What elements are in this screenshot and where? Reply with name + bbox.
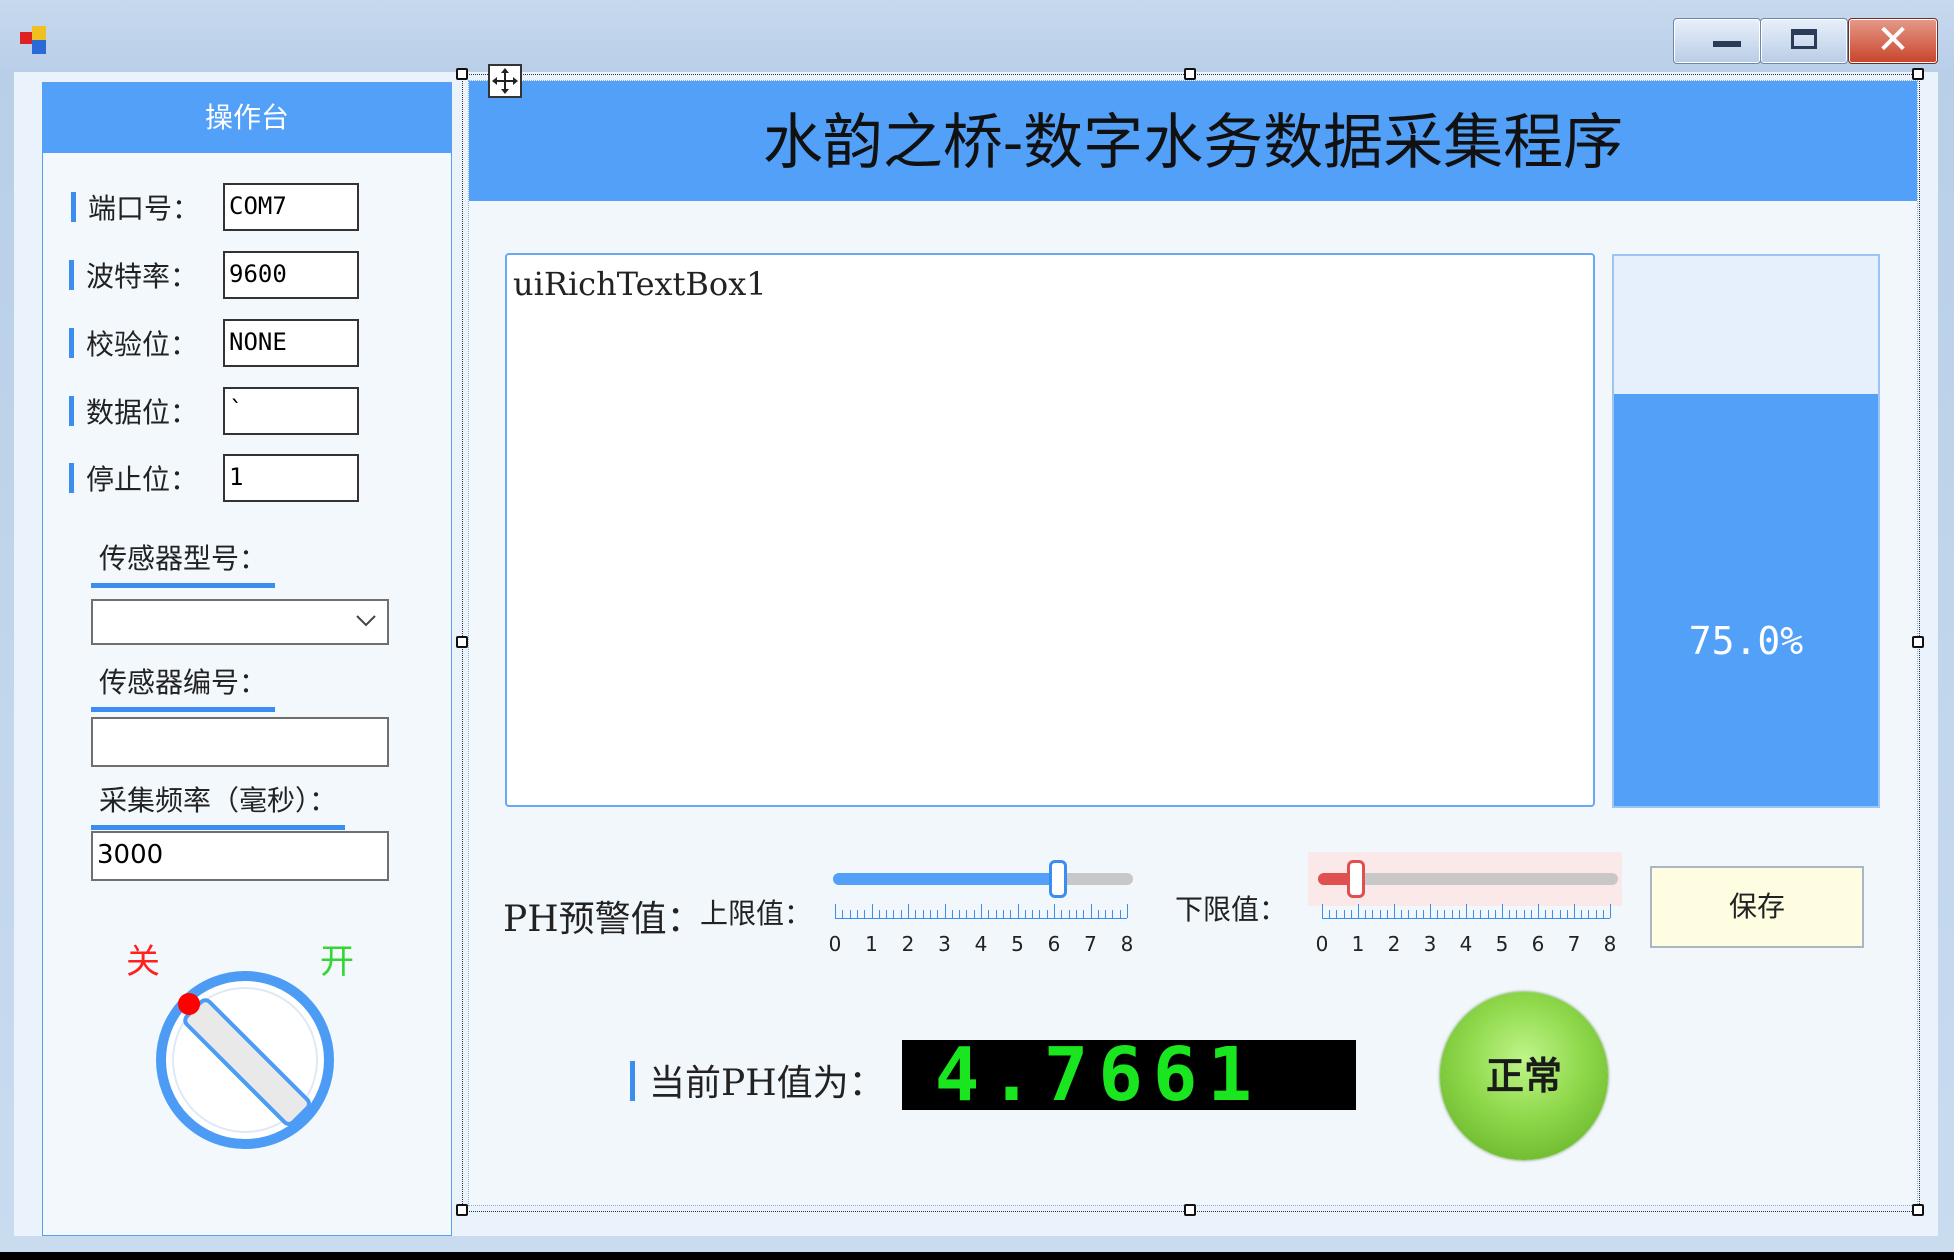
- baud-label: 波特率：: [69, 255, 198, 295]
- operations-panel-header: 操作台: [43, 83, 451, 153]
- databits-input[interactable]: `: [223, 387, 359, 435]
- chevron-down-icon: [355, 609, 377, 634]
- stopbits-label: 停止位：: [69, 458, 198, 498]
- move-handle-icon[interactable]: [488, 64, 522, 98]
- sensor-id-input[interactable]: [91, 717, 389, 767]
- resize-handle[interactable]: [1184, 1204, 1196, 1216]
- parity-label: 校验位：: [69, 323, 198, 363]
- databits-label-text: 数据位：: [86, 396, 199, 429]
- parity-label-text: 校验位：: [86, 328, 199, 361]
- frequency-input[interactable]: 3000: [91, 831, 389, 881]
- maximize-button[interactable]: [1760, 18, 1848, 64]
- port-label-text: 端口号：: [88, 192, 201, 225]
- label-accent-bar: [71, 192, 76, 222]
- resize-handle[interactable]: [1912, 636, 1924, 648]
- stopbits-label-text: 停止位：: [86, 463, 199, 496]
- app-window: ✕ 操作台 端口号： COM7 波特率： 9600 校验位： NONE 数据位：…: [0, 0, 1954, 1252]
- stopbits-input[interactable]: 1: [223, 454, 359, 502]
- close-icon: ✕: [1876, 17, 1910, 63]
- sensor-id-label: 传感器编号：: [91, 661, 276, 712]
- sensor-model-label: 传感器型号：: [91, 537, 276, 588]
- baud-label-text: 波特率：: [86, 260, 199, 293]
- resize-handle[interactable]: [456, 1204, 468, 1216]
- label-accent-bar: [69, 463, 74, 493]
- title-bar[interactable]: ✕: [0, 0, 1954, 76]
- frequency-label: 采集频率（毫秒）：: [91, 779, 346, 830]
- resize-handle[interactable]: [456, 636, 468, 648]
- power-switch-knob[interactable]: [140, 960, 350, 1150]
- label-accent-bar: [69, 260, 74, 290]
- close-button[interactable]: ✕: [1848, 18, 1938, 64]
- sensor-model-select[interactable]: [91, 599, 389, 645]
- label-accent-bar: [69, 396, 74, 426]
- label-accent-bar: [69, 328, 74, 358]
- resize-handle[interactable]: [456, 68, 468, 80]
- minimize-button[interactable]: [1673, 18, 1761, 64]
- maximize-icon: [1791, 29, 1817, 49]
- minimize-icon: [1713, 41, 1741, 47]
- baud-input[interactable]: 9600: [223, 251, 359, 299]
- selection-frame: [462, 74, 1920, 1212]
- parity-input[interactable]: NONE: [223, 319, 359, 367]
- resize-handle[interactable]: [1184, 68, 1196, 80]
- port-input[interactable]: COM7: [223, 183, 359, 231]
- databits-label: 数据位：: [69, 391, 198, 431]
- resize-handle[interactable]: [1912, 1204, 1924, 1216]
- app-icon: [20, 26, 52, 56]
- port-label: 端口号：: [71, 187, 200, 227]
- resize-handle[interactable]: [1912, 68, 1924, 80]
